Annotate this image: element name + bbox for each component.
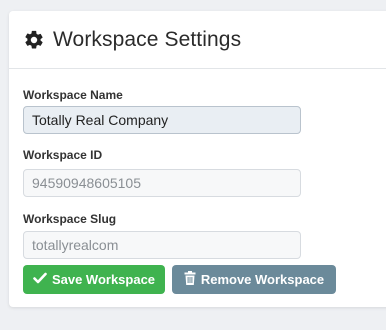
- check-icon: [33, 272, 52, 287]
- remove-workspace-button[interactable]: Remove Workspace: [172, 265, 336, 294]
- workspace-slug-label: Workspace Slug: [23, 212, 117, 226]
- workspace-name-label: Workspace Name: [23, 88, 123, 102]
- card-header: Workspace Settings: [9, 11, 386, 69]
- workspace-name-input[interactable]: Totally Real Company: [23, 106, 301, 134]
- gear-icon: [23, 29, 45, 51]
- workspace-slug-field: totallyrealcom: [23, 231, 301, 259]
- save-workspace-button[interactable]: Save Workspace: [23, 265, 165, 294]
- remove-workspace-label: Remove Workspace: [200, 272, 325, 287]
- trash-icon: [184, 271, 201, 288]
- workspace-settings-card: Workspace Settings Workspace Name Totall…: [9, 11, 386, 307]
- page-title: Workspace Settings: [53, 27, 242, 51]
- save-workspace-label: Save Workspace: [51, 272, 156, 287]
- workspace-id-field: 94590948605105: [23, 169, 301, 197]
- workspace-id-label: Workspace ID: [23, 148, 103, 162]
